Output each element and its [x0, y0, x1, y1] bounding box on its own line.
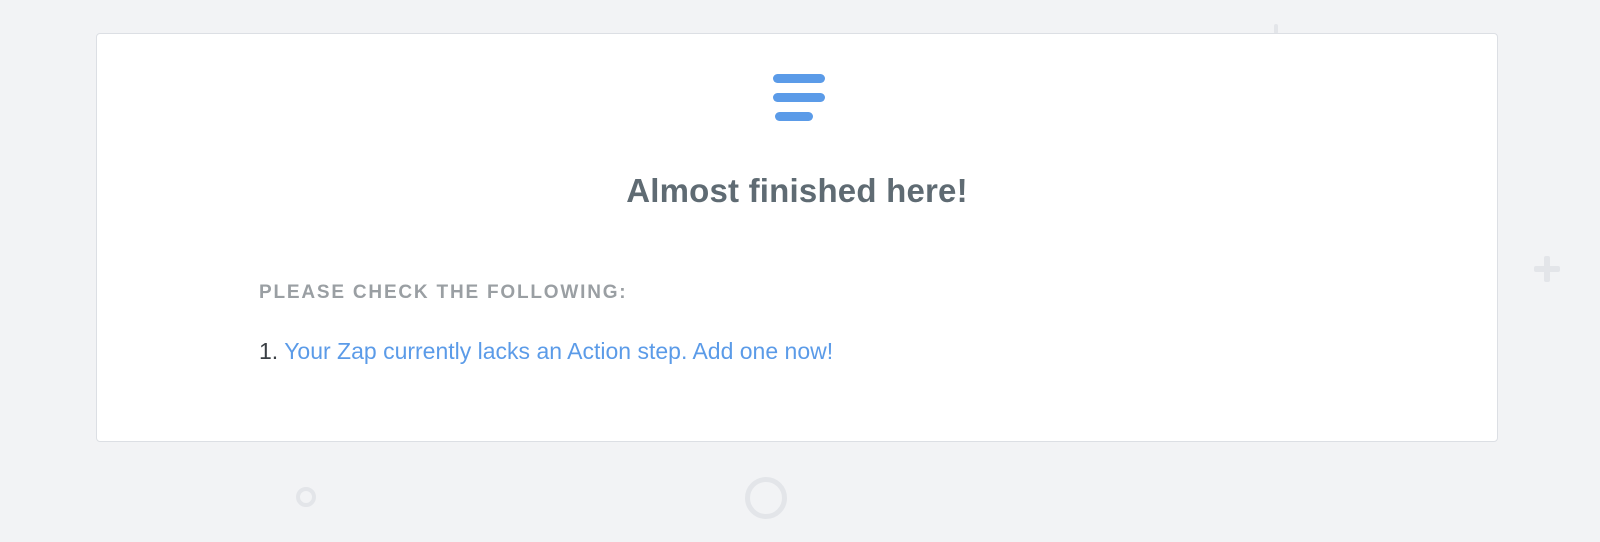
small-ring-icon	[296, 487, 316, 507]
checklist: 1. Your Zap currently lacks an Action ste…	[259, 338, 833, 365]
checklist-label: PLEASE CHECK THE FOLLOWING:	[259, 282, 628, 303]
checklist-section: PLEASE CHECK THE FOLLOWING: 1. Your Zap c…	[259, 282, 1259, 364]
status-card: Almost finished here! PLEASE CHECK THE F…	[96, 33, 1498, 442]
filter-lines-icon	[773, 74, 825, 121]
checklist-item: 1. Your Zap currently lacks an Action ste…	[259, 338, 833, 365]
page: Almost finished here! PLEASE CHECK THE F…	[0, 0, 1600, 542]
add-action-step-link[interactable]: Your Zap currently lacks an Action step.…	[284, 338, 833, 364]
plus-icon	[1534, 256, 1560, 282]
page-title: Almost finished here!	[626, 172, 968, 209]
checklist-item-number: 1.	[259, 338, 279, 364]
large-ring-icon	[745, 477, 787, 519]
